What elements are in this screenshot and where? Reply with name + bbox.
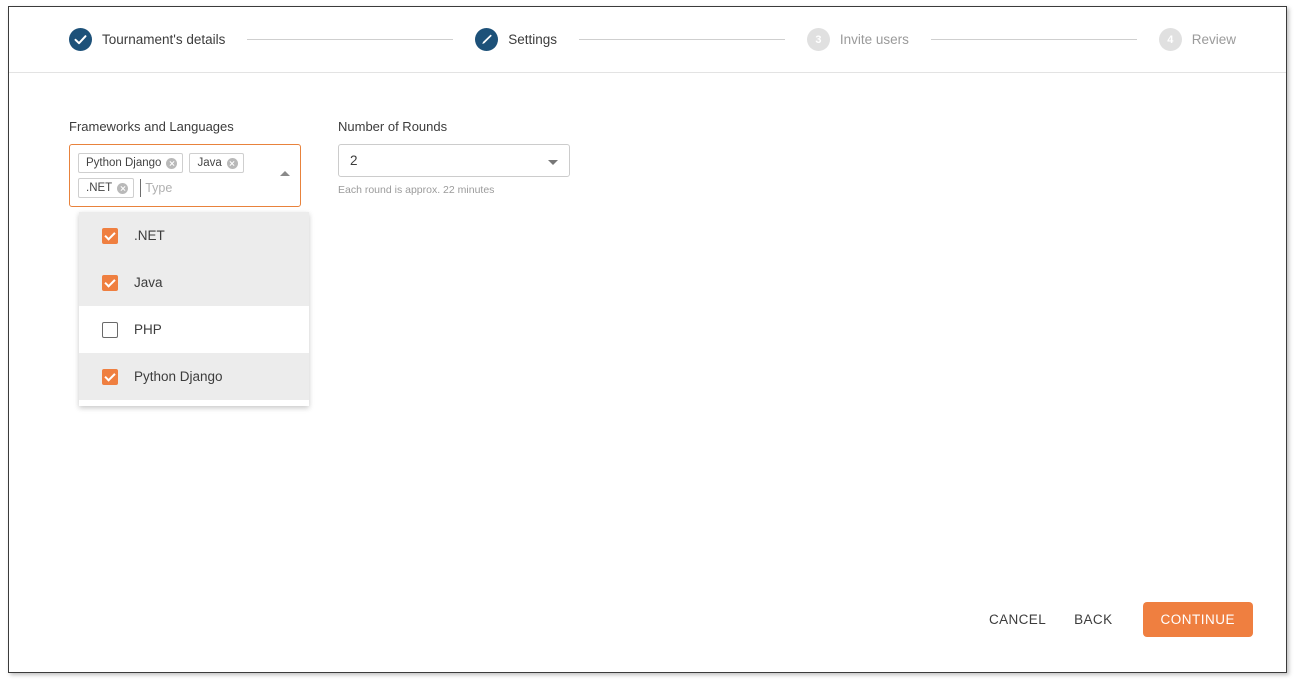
continue-button[interactable]: CONTINUE [1142,602,1253,637]
chip-label: .NET [86,182,113,194]
step-connector-2 [579,39,785,40]
chevron-down-icon[interactable] [548,160,558,165]
wizard-stepper: Tournament's details Settings 3 Invite u… [9,7,1286,73]
dropdown-option-dotnet[interactable]: .NET [79,212,309,259]
step-tournaments-details[interactable]: Tournament's details [69,28,225,51]
step-connector-1 [247,39,454,40]
frameworks-type-input[interactable] [140,179,225,197]
form-actions: CANCEL BACK CONTINUE [975,602,1253,637]
cancel-button[interactable]: CANCEL [975,604,1060,635]
step-number-badge: 4 [1158,28,1182,51]
rounds-label: Number of Rounds [338,119,448,134]
chip[interactable]: .NET [78,178,135,198]
chevron-up-icon[interactable] [280,171,290,176]
chip-label: Python Django [86,157,162,169]
option-label: PHP [134,322,162,337]
dropdown-option-php[interactable]: PHP [79,306,309,353]
chip-remove-icon[interactable] [117,182,129,194]
step-label: Review [1191,32,1237,47]
fields-row: Frameworks and Languages Python Django J… [9,119,1286,406]
step-invite-users[interactable]: 3 Invite users [806,28,909,51]
checkbox-checked-icon[interactable] [102,368,118,385]
step-label: Settings [508,32,558,47]
step-label: Tournament's details [102,32,226,47]
step-review[interactable]: 4 Review [1158,28,1237,51]
app-window: Tournament's details Settings 3 Invite u… [8,6,1287,673]
rounds-field: Number of Rounds 2 Each round is approx.… [338,119,570,196]
dropdown-option-python-django[interactable]: Python Django [79,353,309,400]
rounds-helper-text: Each round is approx. 22 minutes [338,184,495,196]
selected-chips: Python Django Java .NET [78,153,270,198]
step-label: Invite users [839,32,909,47]
checkbox-checked-icon[interactable] [102,227,118,244]
option-label: .NET [134,228,165,243]
option-label: Python Django [134,369,223,384]
step-settings[interactable]: Settings [475,28,557,51]
rounds-selected-value: 2 [350,153,358,168]
settings-form: Frameworks and Languages Python Django J… [9,73,1286,672]
chip-remove-icon[interactable] [226,157,238,169]
checkbox-checked-icon[interactable] [102,274,118,291]
pencil-icon [475,28,499,51]
chip-label: Java [197,157,222,169]
step-number-badge: 3 [806,28,830,51]
checkbox-unchecked-icon[interactable] [102,321,118,338]
step-connector-3 [930,39,1137,40]
frameworks-field: Frameworks and Languages Python Django J… [69,119,309,406]
frameworks-dropdown: .NET Java PHP Python Django [79,212,309,406]
rounds-select[interactable]: 2 [338,144,570,177]
chip-remove-icon[interactable] [166,157,178,169]
dropdown-option-java[interactable]: Java [79,259,309,306]
frameworks-label: Frameworks and Languages [69,119,234,134]
check-icon [69,28,92,51]
chip[interactable]: Java [189,153,244,173]
back-button[interactable]: BACK [1060,604,1126,635]
frameworks-multiselect[interactable]: Python Django Java .NET [69,144,301,207]
option-label: Java [134,275,163,290]
chip[interactable]: Python Django [78,153,184,173]
